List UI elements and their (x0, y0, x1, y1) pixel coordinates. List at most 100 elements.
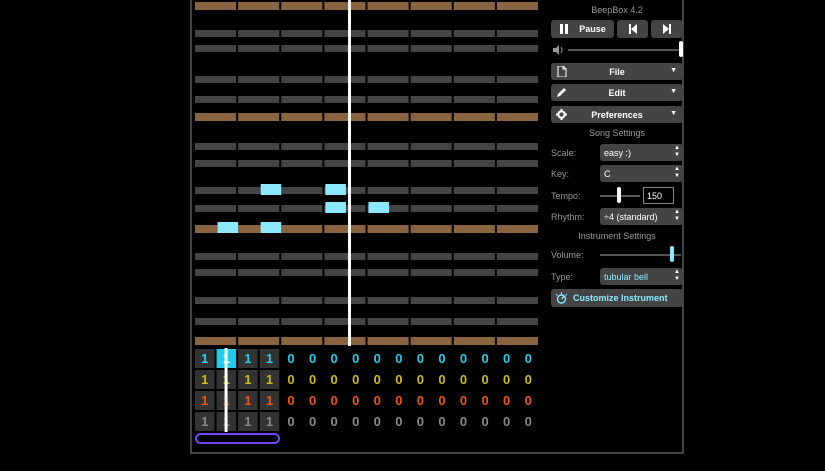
pattern-number[interactable]: 0 (525, 351, 532, 366)
piano-row-cell[interactable] (238, 297, 280, 304)
piano-row-cell[interactable] (324, 269, 366, 276)
piano-row-cell[interactable] (367, 187, 409, 194)
piano-row-cell[interactable] (453, 337, 495, 345)
tempo-input[interactable]: 150 (643, 187, 674, 204)
piano-row-cell[interactable] (367, 2, 409, 10)
piano-row-cell[interactable] (496, 160, 538, 167)
pattern-number[interactable]: 1 (201, 351, 208, 366)
note[interactable] (217, 222, 239, 233)
piano-row-cell[interactable] (367, 318, 409, 325)
piano-row-cell[interactable] (496, 297, 538, 304)
piano-row-cell[interactable] (195, 143, 237, 150)
pattern-number[interactable]: 0 (395, 372, 402, 387)
pattern-number[interactable]: 0 (438, 414, 445, 429)
pattern-number[interactable]: 0 (374, 393, 381, 408)
pattern-number[interactable]: 0 (460, 372, 467, 387)
piano-row-cell[interactable] (496, 187, 538, 194)
piano-row-cell[interactable] (367, 160, 409, 167)
piano-row-cell[interactable] (281, 76, 323, 83)
note[interactable] (325, 202, 346, 213)
pattern-number[interactable]: 0 (287, 414, 294, 429)
pattern-number[interactable]: 1 (266, 372, 273, 387)
piano-row-cell[interactable] (453, 143, 495, 150)
piano-row-cell[interactable] (410, 45, 452, 52)
piano-row-cell[interactable] (238, 2, 280, 10)
pattern-number[interactable]: 0 (309, 351, 316, 366)
piano-row-cell[interactable] (496, 269, 538, 276)
piano-row-cell[interactable] (281, 337, 323, 345)
pattern-number[interactable]: 0 (481, 351, 488, 366)
piano-row-cell[interactable] (238, 337, 280, 345)
pattern-number[interactable]: 0 (395, 393, 402, 408)
piano-row-cell[interactable] (281, 225, 323, 233)
note[interactable] (368, 202, 390, 213)
pattern-number[interactable]: 1 (201, 414, 208, 429)
piano-row-cell[interactable] (410, 113, 452, 121)
rhythm-select[interactable]: ÷4 (standard) ▲ ▼ (600, 208, 683, 225)
master-volume-thumb[interactable] (679, 41, 683, 57)
piano-row-cell[interactable] (453, 30, 495, 37)
piano-row-cell[interactable] (238, 113, 280, 121)
piano-row-cell[interactable] (281, 253, 323, 260)
pattern-number[interactable]: 0 (331, 393, 338, 408)
piano-row-cell[interactable] (281, 205, 323, 212)
piano-row-cell[interactable] (324, 143, 366, 150)
pattern-number[interactable]: 0 (417, 372, 424, 387)
pattern-number[interactable]: 0 (503, 414, 510, 429)
piano-row-cell[interactable] (496, 337, 538, 345)
note[interactable] (260, 184, 282, 195)
pattern-number[interactable]: 0 (417, 393, 424, 408)
piano-row-cell[interactable] (496, 96, 538, 103)
piano-row-cell[interactable] (410, 225, 452, 233)
piano-row-cell[interactable] (453, 318, 495, 325)
piano-row-cell[interactable] (281, 96, 323, 103)
pattern-number[interactable]: 1 (244, 393, 251, 408)
pattern-number[interactable]: 0 (438, 351, 445, 366)
piano-row-cell[interactable] (410, 269, 452, 276)
instrument-type-select[interactable]: tubular bell ▲ ▼ (600, 268, 683, 285)
pattern-number[interactable]: 0 (417, 351, 424, 366)
pattern-number[interactable]: 1 (201, 393, 208, 408)
piano-row-cell[interactable] (496, 205, 538, 212)
piano-row-cell[interactable] (195, 45, 237, 52)
pattern-number[interactable]: 0 (525, 372, 532, 387)
piano-row-cell[interactable] (324, 225, 366, 233)
pattern-number[interactable]: 0 (481, 393, 488, 408)
piano-row-cell[interactable] (453, 113, 495, 121)
master-volume-track[interactable] (568, 49, 681, 51)
pattern-number[interactable]: 0 (460, 414, 467, 429)
piano-row-cell[interactable] (195, 187, 237, 194)
piano-row-cell[interactable] (496, 318, 538, 325)
piano-row-cell[interactable] (367, 30, 409, 37)
piano-row-cell[interactable] (195, 318, 237, 325)
note[interactable] (260, 222, 282, 233)
piano-row-cell[interactable] (195, 297, 237, 304)
piano-row-cell[interactable] (238, 205, 280, 212)
pattern-number[interactable]: 0 (481, 372, 488, 387)
piano-row-cell[interactable] (496, 30, 538, 37)
pattern-number[interactable]: 0 (352, 351, 359, 366)
pattern-number[interactable]: 1 (201, 372, 208, 387)
pattern-number[interactable]: 0 (352, 414, 359, 429)
piano-row-cell[interactable] (195, 160, 237, 167)
piano-row-cell[interactable] (324, 297, 366, 304)
piano-row-cell[interactable] (496, 76, 538, 83)
piano-row-cell[interactable] (238, 318, 280, 325)
piano-roll[interactable] (194, 0, 539, 346)
piano-row-cell[interactable] (281, 45, 323, 52)
piano-row-cell[interactable] (324, 30, 366, 37)
pause-button[interactable]: Pause (551, 20, 614, 38)
piano-row-cell[interactable] (238, 269, 280, 276)
piano-row-cell[interactable] (453, 269, 495, 276)
pattern-number[interactable]: 1 (244, 351, 251, 366)
piano-row-cell[interactable] (410, 187, 452, 194)
pattern-number[interactable]: 0 (395, 414, 402, 429)
piano-row-cell[interactable] (195, 337, 237, 345)
pattern-number[interactable]: 0 (374, 372, 381, 387)
scale-select[interactable]: easy :) ▲ ▼ (600, 144, 683, 161)
pattern-number[interactable]: 1 (266, 351, 273, 366)
key-select[interactable]: C ▲ ▼ (600, 165, 683, 182)
pattern-number[interactable]: 0 (503, 372, 510, 387)
piano-row-cell[interactable] (367, 76, 409, 83)
pattern-number[interactable]: 0 (331, 414, 338, 429)
